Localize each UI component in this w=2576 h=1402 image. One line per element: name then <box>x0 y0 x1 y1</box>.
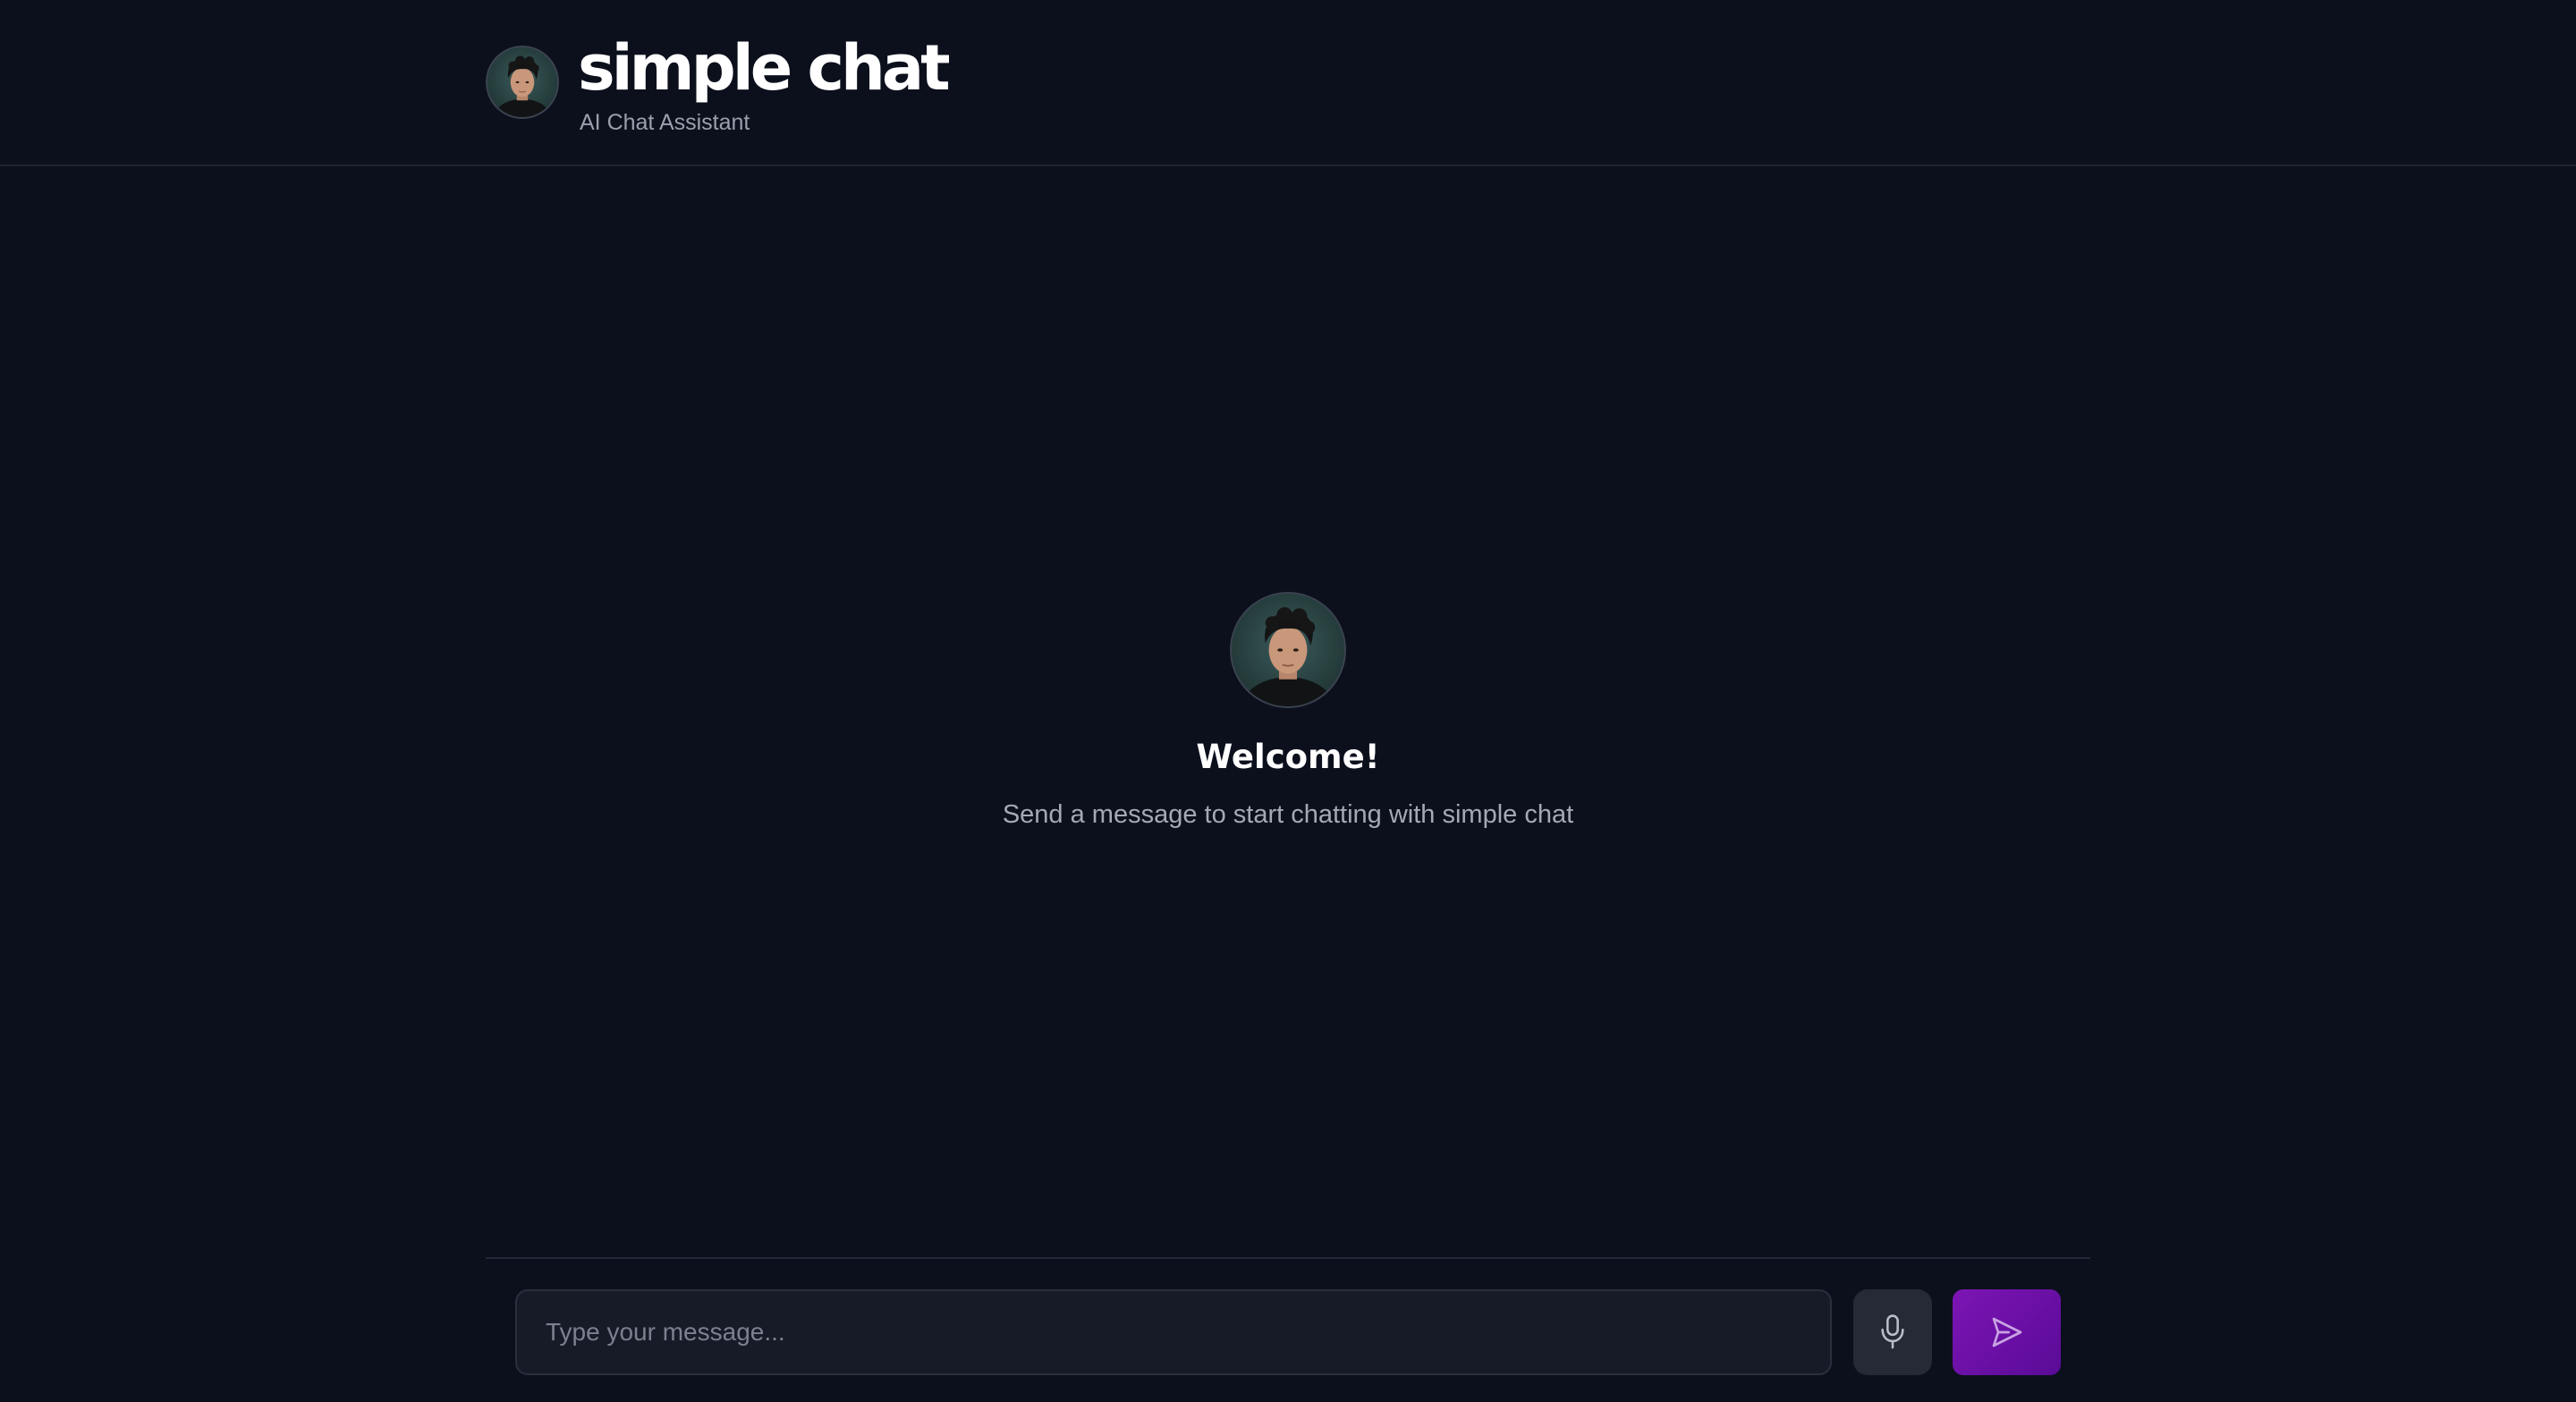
microphone-button[interactable] <box>1853 1289 1932 1375</box>
message-input[interactable] <box>515 1289 1832 1375</box>
welcome-panel: Welcome! Send a message to start chattin… <box>0 592 2576 832</box>
header: simple chat AI Chat Assistant <box>0 0 2576 166</box>
send-button[interactable] <box>1953 1289 2061 1375</box>
app-title: simple chat <box>578 31 951 105</box>
header-avatar <box>486 46 559 119</box>
app-subtitle: AI Chat Assistant <box>580 110 750 135</box>
send-icon <box>1992 1317 2021 1347</box>
welcome-message: Send a message to start chatting with si… <box>1002 800 1574 829</box>
microphone-icon <box>1881 1314 1904 1349</box>
welcome-title: Welcome! <box>1196 738 1380 776</box>
avatar-portrait-icon <box>494 55 551 117</box>
message-composer <box>486 1257 2090 1402</box>
chat-app: simple chat AI Chat Assistant Welcome! S… <box>0 0 2576 1402</box>
welcome-avatar <box>1230 592 1346 708</box>
avatar-portrait-icon <box>1242 607 1334 706</box>
